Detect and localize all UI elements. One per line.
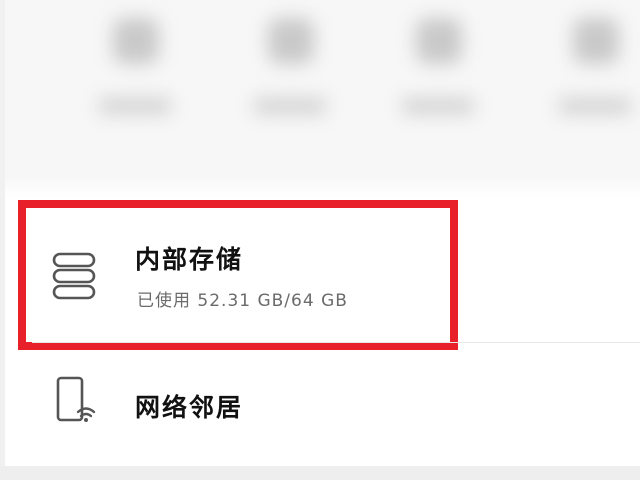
category-grid-blurred <box>0 0 640 190</box>
category-tile[interactable] <box>240 0 340 190</box>
category-tile[interactable] <box>85 0 185 190</box>
category-icon <box>268 18 314 64</box>
category-label <box>254 98 326 114</box>
list-divider <box>32 342 640 343</box>
phone-wifi-icon <box>48 372 104 432</box>
section-separator-shadow <box>0 176 640 198</box>
category-icon <box>113 18 159 64</box>
file-manager-page: 内部存储 已使用 52.31 GB/64 GB 网络邻居 <box>0 0 640 480</box>
category-icon <box>416 18 462 64</box>
category-label <box>559 98 631 114</box>
category-label <box>402 98 474 114</box>
network-neighbors-item[interactable]: 网络邻居 <box>0 344 640 464</box>
category-icon <box>573 18 619 64</box>
category-tile[interactable] <box>545 0 640 190</box>
highlight-annotation-box <box>18 200 458 350</box>
category-label <box>99 98 171 114</box>
category-tile[interactable] <box>388 0 488 190</box>
bottom-bar <box>0 466 640 480</box>
network-neighbors-title: 网络邻居 <box>135 393 244 422</box>
